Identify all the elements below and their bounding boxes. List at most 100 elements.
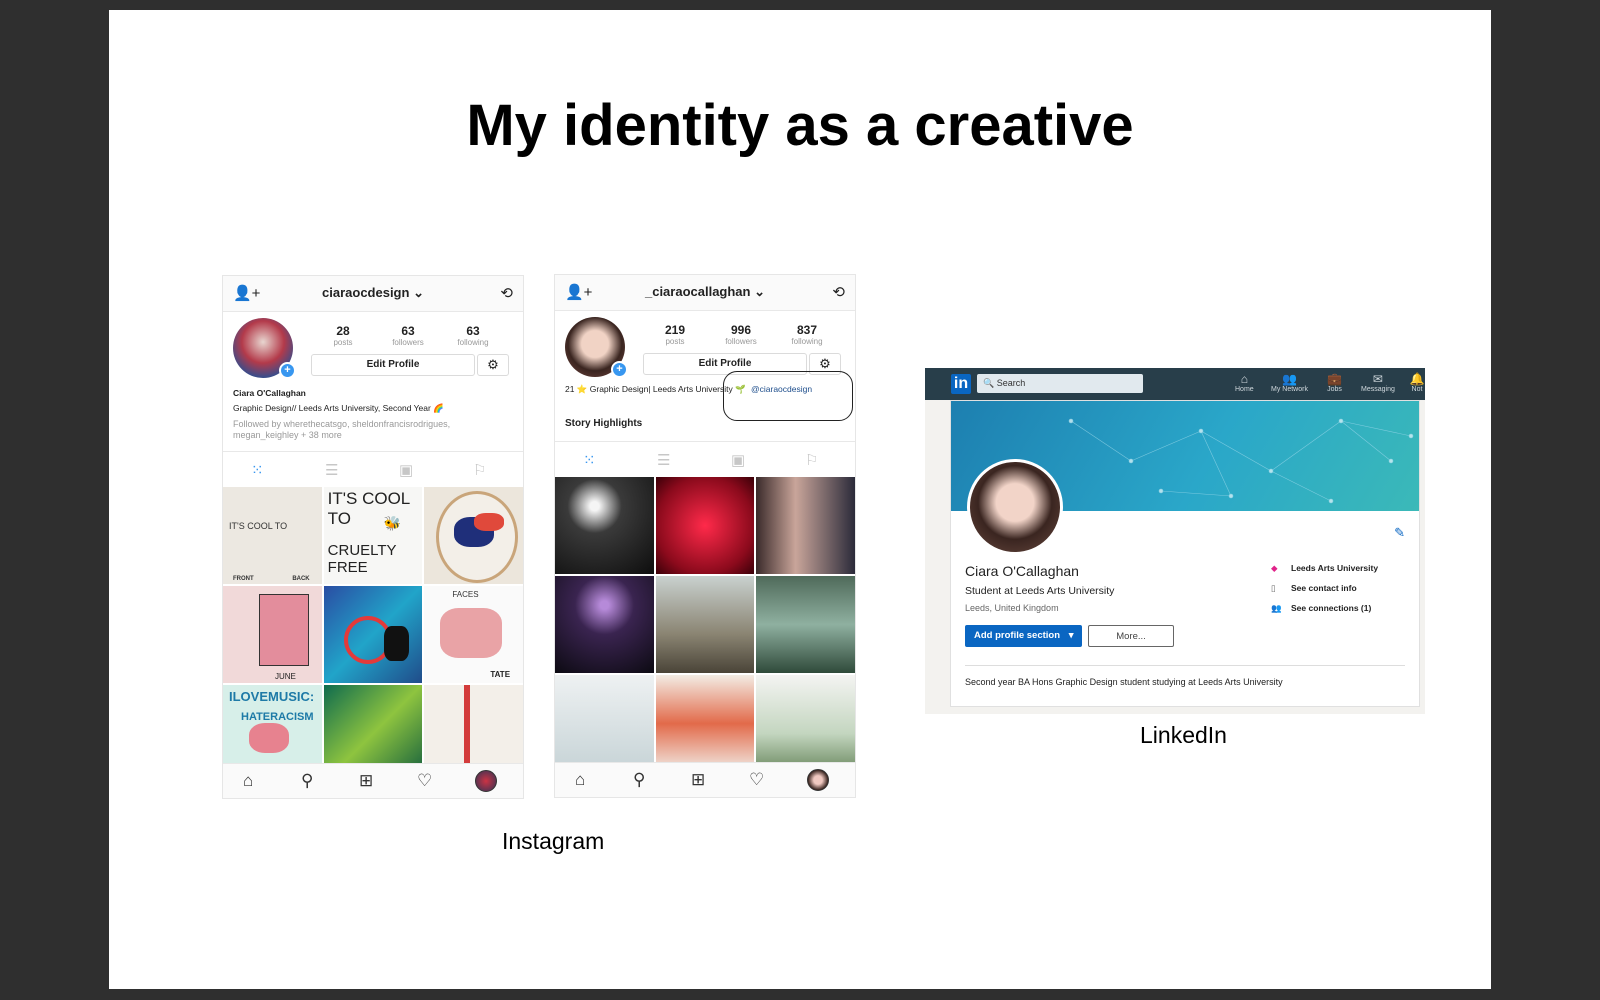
heart-icon[interactable]: ♡ <box>749 770 764 790</box>
post-selfie[interactable] <box>756 477 855 574</box>
instagram-header: 👤+ _ciaraocallaghan ⌄ ⟲ <box>555 275 855 311</box>
profile-card: ✎ Ciara O'Callaghan Student at Leeds Art… <box>950 400 1420 707</box>
posts-count[interactable]: 219 posts <box>645 323 705 346</box>
contact-info-link[interactable]: ▯ See contact info <box>1271 583 1357 594</box>
post-abstract-painting[interactable] <box>323 586 423 683</box>
bottom-nav: ⌂ ⚲ ⊞ ♡ <box>555 762 855 797</box>
profile-summary: Second year BA Hons Graphic Design stude… <box>965 677 1283 687</box>
tagged-icon[interactable]: ▣ <box>731 451 745 469</box>
bottom-nav: ⌂ ⚲ ⊞ ♡ <box>223 763 523 798</box>
followers-count[interactable]: 63 followers <box>378 324 438 347</box>
profile-name: Ciara O'Callaghan <box>965 563 1079 579</box>
instagram-header: 👤+ ciaraocdesign ⌄ ⟲ <box>223 276 523 312</box>
nav-jobs[interactable]: 💼 Jobs <box>1327 372 1342 393</box>
edit-pencil-icon[interactable]: ✎ <box>1394 525 1405 541</box>
following-count[interactable]: 837 following <box>777 323 837 346</box>
profile-bio: 21 ⭐ Graphic Design| Leeds Arts Universi… <box>565 384 746 394</box>
nav-my-network[interactable]: 👥 My Network <box>1271 372 1308 393</box>
school-logo-icon: ◆ <box>1271 563 1278 573</box>
linkedin-navbar: in 🔍 Search ⌂ Home 👥 My Network 💼 Jobs ✉ Mes… <box>925 368 1425 400</box>
history-icon[interactable]: ⟲ <box>832 283 845 301</box>
contact-card-icon: ▯ <box>1271 583 1276 593</box>
post-embroidery-hoop[interactable] <box>424 487 523 584</box>
username-dropdown[interactable]: _ciaraocallaghan ⌄ <box>555 284 855 300</box>
linkedin-logo-icon[interactable]: in <box>951 374 971 394</box>
connections-link[interactable]: 👥 See connections (1) <box>1271 603 1371 614</box>
profile-headline: Student at Leeds Arts University <box>965 585 1115 597</box>
post-faces-print[interactable]: FACES TATE <box>424 586 523 683</box>
post-concert-2[interactable] <box>555 576 654 673</box>
highlight-circle-annotation <box>723 371 853 421</box>
saved-bookmark-icon[interactable]: ⚐ <box>805 451 818 469</box>
bee-icon: 🐝 <box>383 515 402 531</box>
post-grid: IT'S COOL TO FRONT BACK IT'S COOL TO CRU… <box>223 487 523 782</box>
briefcase-icon: 💼 <box>1327 372 1342 386</box>
post-grid <box>555 477 855 772</box>
divider <box>965 665 1405 666</box>
post-tote-bags[interactable]: IT'S COOL TO FRONT BACK <box>223 487 322 584</box>
home-icon: ⌂ <box>1240 372 1248 386</box>
add-story-icon[interactable]: + <box>611 361 628 378</box>
profile-photo[interactable] <box>967 459 1063 555</box>
home-icon[interactable]: ⌂ <box>575 770 585 790</box>
search-icon[interactable]: ⚲ <box>633 770 645 790</box>
tagged-icon[interactable]: ▣ <box>399 461 413 479</box>
following-count[interactable]: 63 following <box>443 324 503 347</box>
saved-bookmark-icon[interactable]: ⚐ <box>473 461 486 479</box>
nav-home[interactable]: ⌂ Home <box>1235 372 1254 393</box>
profile-nav-avatar[interactable] <box>475 770 497 792</box>
linkedin-caption: LinkedIn <box>1140 722 1227 748</box>
post-cruelty-free-type[interactable]: IT'S COOL TO CRUELTY FREE 🐝 <box>323 487 423 584</box>
history-icon[interactable]: ⟲ <box>500 284 513 302</box>
search-input[interactable]: 🔍 Search <box>977 374 1143 393</box>
profile-bio: Graphic Design// Leeds Arts University, … <box>233 403 444 413</box>
followed-by-text-2[interactable]: megan_keighley + 38 more <box>233 430 342 440</box>
home-icon[interactable]: ⌂ <box>243 771 253 791</box>
post-plants[interactable] <box>756 675 855 772</box>
post-calendar[interactable] <box>655 675 755 772</box>
add-profile-section-button[interactable]: Add profile section ▾ <box>965 625 1082 647</box>
posts-count[interactable]: 28 posts <box>313 324 373 347</box>
messaging-icon: ✉ <box>1372 372 1383 386</box>
profile-tabs: ⁙ ☰ ▣ ⚐ <box>555 441 855 478</box>
profile-location: Leeds, United Kingdom <box>965 603 1059 613</box>
followed-by-text[interactable]: Followed by wherethecatsgo, sheldonfranc… <box>233 419 450 429</box>
post-giraffe[interactable] <box>655 576 755 673</box>
profile-tabs: ⁙ ☰ ▣ ⚐ <box>223 451 523 488</box>
post-flamingos[interactable] <box>756 576 855 673</box>
heart-icon[interactable]: ♡ <box>417 771 432 791</box>
instagram-profile-ciaraocdesign: 👤+ ciaraocdesign ⌄ ⟲ + 28 posts 63 followe… <box>222 275 524 799</box>
profile-nav-avatar[interactable] <box>807 769 829 791</box>
grid-view-icon[interactable]: ⁙ <box>583 451 596 469</box>
instagram-profile-ciaraocallaghan: 👤+ _ciaraocallaghan ⌄ ⟲ + 219 posts 996 fo… <box>554 274 856 798</box>
people-icon: 👥 <box>1271 603 1282 613</box>
list-view-icon[interactable]: ☰ <box>325 461 338 479</box>
new-post-icon[interactable]: ⊞ <box>691 770 705 790</box>
network-icon: 👥 <box>1282 372 1297 386</box>
post-bedroom[interactable] <box>555 675 654 772</box>
nav-messaging[interactable]: ✉ Messaging <box>1361 372 1395 393</box>
slide: My identity as a creative 👤+ ciaraocdesi… <box>109 10 1491 989</box>
more-button[interactable]: More... <box>1088 625 1174 647</box>
school-link[interactable]: ◆ Leeds Arts University <box>1271 563 1378 574</box>
post-june-print[interactable]: JUNE <box>223 586 322 683</box>
linkedin-profile: in 🔍 Search ⌂ Home 👥 My Network 💼 Jobs ✉ Mes… <box>925 368 1425 714</box>
post-neon-sign[interactable] <box>655 477 755 574</box>
username-dropdown[interactable]: ciaraocdesign ⌄ <box>223 285 523 301</box>
grid-view-icon[interactable]: ⁙ <box>251 461 264 479</box>
list-view-icon[interactable]: ☰ <box>657 451 670 469</box>
search-icon[interactable]: ⚲ <box>301 771 313 791</box>
new-post-icon[interactable]: ⊞ <box>359 771 373 791</box>
bell-icon: 🔔 <box>1409 372 1425 386</box>
profile-name: Ciara O'Callaghan <box>233 388 306 398</box>
post-concert-1[interactable] <box>555 477 654 574</box>
followers-count[interactable]: 996 followers <box>711 323 771 346</box>
story-highlights[interactable]: Story Highlights <box>565 418 642 429</box>
settings-gear-icon[interactable]: ⚙ <box>477 354 509 376</box>
edit-profile-button[interactable]: Edit Profile <box>311 354 475 376</box>
nav-notifications[interactable]: 🔔 Not <box>1409 372 1425 393</box>
caret-down-icon: ▾ <box>1068 630 1074 641</box>
slide-title: My identity as a creative <box>466 93 1134 158</box>
instagram-caption: Instagram <box>502 828 605 854</box>
add-story-icon[interactable]: + <box>279 362 296 379</box>
